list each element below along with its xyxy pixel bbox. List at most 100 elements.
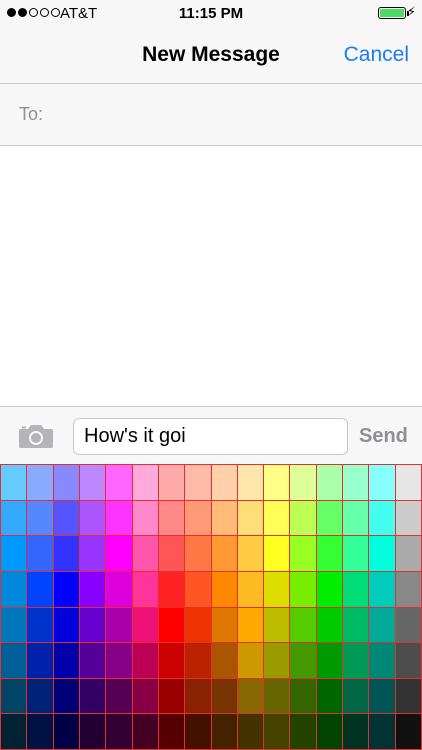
color-swatch[interactable]: [27, 536, 53, 571]
color-swatch[interactable]: [395, 678, 421, 714]
color-swatch[interactable]: [290, 607, 316, 643]
color-swatch[interactable]: [158, 643, 185, 678]
color-swatch[interactable]: [237, 643, 264, 678]
color-swatch[interactable]: [264, 607, 290, 643]
color-swatch[interactable]: [1, 678, 27, 714]
color-swatch[interactable]: [290, 465, 316, 500]
color-swatch[interactable]: [237, 465, 264, 500]
color-swatch[interactable]: [132, 714, 158, 749]
color-swatch[interactable]: [1, 500, 27, 536]
color-swatch[interactable]: [369, 536, 395, 571]
color-swatch[interactable]: [106, 500, 132, 536]
color-swatch[interactable]: [395, 607, 421, 643]
color-swatch[interactable]: [290, 714, 316, 749]
color-swatch[interactable]: [185, 643, 211, 678]
color-swatch[interactable]: [316, 536, 343, 571]
color-swatch[interactable]: [237, 500, 264, 536]
color-swatch[interactable]: [264, 571, 290, 607]
color-swatch[interactable]: [237, 607, 264, 643]
color-swatch[interactable]: [53, 500, 79, 536]
color-swatch[interactable]: [1, 571, 27, 607]
color-swatch[interactable]: [53, 714, 79, 749]
color-swatch[interactable]: [211, 500, 237, 536]
color-swatch[interactable]: [132, 643, 158, 678]
color-swatch[interactable]: [264, 678, 290, 714]
color-swatch[interactable]: [290, 571, 316, 607]
color-swatch[interactable]: [343, 678, 369, 714]
color-swatch[interactable]: [316, 571, 343, 607]
color-swatch[interactable]: [395, 714, 421, 749]
message-thread[interactable]: [0, 146, 422, 406]
color-swatch[interactable]: [211, 714, 237, 749]
color-swatch[interactable]: [316, 643, 343, 678]
color-swatch[interactable]: [185, 500, 211, 536]
color-swatch[interactable]: [158, 678, 185, 714]
color-swatch[interactable]: [211, 643, 237, 678]
color-swatch[interactable]: [369, 500, 395, 536]
color-swatch[interactable]: [106, 678, 132, 714]
color-swatch[interactable]: [1, 643, 27, 678]
color-swatch[interactable]: [237, 536, 264, 571]
color-swatch[interactable]: [369, 678, 395, 714]
color-swatch[interactable]: [185, 678, 211, 714]
color-swatch[interactable]: [316, 465, 343, 500]
color-swatch[interactable]: [369, 607, 395, 643]
color-swatch[interactable]: [106, 571, 132, 607]
color-swatch[interactable]: [185, 536, 211, 571]
color-swatch[interactable]: [1, 607, 27, 643]
color-swatch[interactable]: [106, 536, 132, 571]
color-swatch[interactable]: [343, 571, 369, 607]
color-swatch[interactable]: [316, 714, 343, 749]
color-swatch[interactable]: [53, 571, 79, 607]
color-swatch[interactable]: [79, 500, 106, 536]
color-swatch[interactable]: [395, 500, 421, 536]
color-swatch[interactable]: [106, 607, 132, 643]
color-swatch[interactable]: [132, 607, 158, 643]
color-swatch[interactable]: [395, 643, 421, 678]
color-swatch[interactable]: [185, 465, 211, 500]
color-swatch[interactable]: [27, 500, 53, 536]
color-swatch[interactable]: [264, 714, 290, 749]
cancel-button[interactable]: Cancel: [344, 43, 409, 67]
color-swatch[interactable]: [211, 465, 237, 500]
color-swatch[interactable]: [53, 678, 79, 714]
color-swatch[interactable]: [79, 571, 106, 607]
color-swatch[interactable]: [79, 643, 106, 678]
color-swatch[interactable]: [290, 678, 316, 714]
color-swatch[interactable]: [237, 571, 264, 607]
camera-icon[interactable]: [18, 423, 54, 449]
color-swatch[interactable]: [211, 536, 237, 571]
send-button[interactable]: Send: [359, 425, 408, 448]
color-swatch[interactable]: [27, 714, 53, 749]
color-swatch[interactable]: [369, 571, 395, 607]
color-swatch[interactable]: [185, 571, 211, 607]
color-swatch[interactable]: [369, 465, 395, 500]
color-swatch[interactable]: [211, 571, 237, 607]
color-swatch[interactable]: [158, 536, 185, 571]
color-swatch[interactable]: [343, 714, 369, 749]
color-swatch[interactable]: [27, 678, 53, 714]
color-swatch[interactable]: [290, 536, 316, 571]
color-swatch[interactable]: [1, 714, 27, 749]
color-swatch[interactable]: [343, 643, 369, 678]
color-swatch[interactable]: [316, 500, 343, 536]
color-swatch[interactable]: [79, 607, 106, 643]
color-swatch[interactable]: [79, 714, 106, 749]
color-swatch[interactable]: [106, 714, 132, 749]
color-swatch[interactable]: [132, 500, 158, 536]
color-swatch[interactable]: [395, 465, 421, 500]
color-swatch[interactable]: [211, 607, 237, 643]
color-swatch[interactable]: [290, 500, 316, 536]
color-swatch[interactable]: [395, 571, 421, 607]
color-swatch[interactable]: [343, 500, 369, 536]
color-swatch[interactable]: [369, 643, 395, 678]
color-swatch[interactable]: [27, 571, 53, 607]
color-swatch[interactable]: [79, 465, 106, 500]
color-swatch[interactable]: [106, 465, 132, 500]
color-swatch[interactable]: [27, 607, 53, 643]
color-swatch[interactable]: [158, 607, 185, 643]
color-swatch[interactable]: [79, 678, 106, 714]
color-swatch[interactable]: [264, 465, 290, 500]
color-swatch[interactable]: [343, 536, 369, 571]
color-swatch[interactable]: [132, 536, 158, 571]
